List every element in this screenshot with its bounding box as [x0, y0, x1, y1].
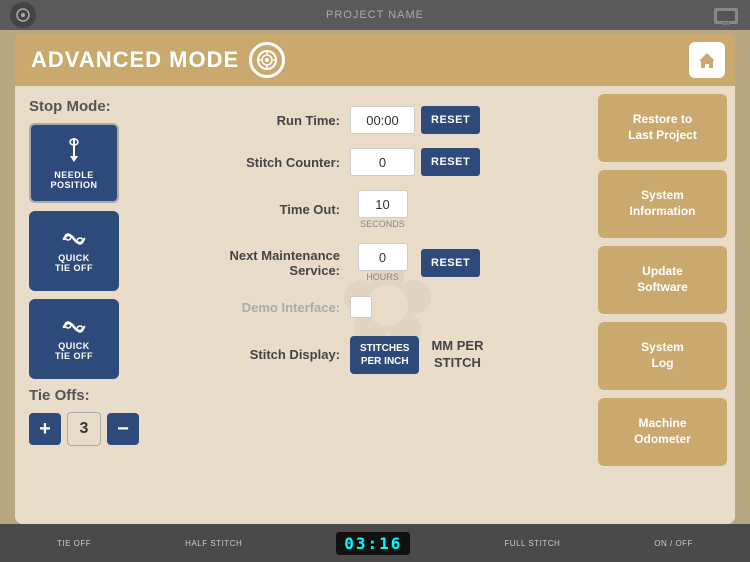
stitch-counter-input[interactable]: [350, 148, 415, 176]
main-panel: ADVANCED MODE Stop Mode:: [15, 34, 735, 524]
panel-title: ADVANCED MODE: [31, 47, 239, 73]
time-display: 03:16: [336, 532, 410, 555]
maintenance-row: Next Maintenance Service: HOURS RESET: [195, 243, 580, 282]
top-right-icon: [712, 4, 740, 33]
left-sidebar: Stop Mode: NEEDLEPOSITION QUICKTIE OFF: [15, 86, 185, 524]
time-out-row: Time Out: SECONDS: [195, 190, 580, 229]
restore-last-project-button[interactable]: Restore toLast Project: [598, 94, 727, 162]
system-information-button[interactable]: SystemInformation: [598, 170, 727, 238]
quick-tie-off-label-1: QUICKTIE OFF: [55, 253, 93, 273]
tie-offs-plus-button[interactable]: +: [29, 413, 61, 445]
stitch-counter-reset-button[interactable]: RESET: [421, 148, 480, 176]
time-out-input-wrap: SECONDS: [350, 190, 415, 229]
mm-per-stitch-button[interactable]: MM PERSTITCH: [427, 332, 487, 378]
tie-offs-label: Tie Offs:: [29, 387, 171, 404]
stitches-per-inch-button[interactable]: STITCHESPER INCH: [350, 336, 419, 374]
bottom-on-off: ON / OFF: [654, 539, 693, 548]
quick-tie-off-button-2[interactable]: QUICKTIE OFF: [29, 299, 119, 379]
bottom-tie-off: TIE OFF: [57, 539, 91, 548]
time-out-input[interactable]: [358, 190, 408, 218]
stitch-counter-row: Stitch Counter: RESET: [195, 148, 580, 176]
time-out-label: Time Out:: [195, 202, 350, 217]
update-software-button[interactable]: UpdateSoftware: [598, 246, 727, 314]
demo-checkbox[interactable]: [350, 296, 372, 318]
maintenance-input-wrap: HOURS: [350, 243, 415, 282]
maintenance-input[interactable]: [358, 243, 408, 271]
stitch-display-label: Stitch Display:: [195, 347, 350, 362]
right-sidebar: Restore toLast Project SystemInformation…: [590, 86, 735, 524]
needle-position-button[interactable]: NEEDLEPOSITION: [29, 123, 119, 203]
top-bar: PROJECT NAME: [0, 0, 750, 30]
panel-header: ADVANCED MODE: [15, 34, 735, 86]
demo-row: Demo Interface:: [195, 296, 580, 318]
target-icon: [249, 42, 285, 78]
stitch-counter-label: Stitch Counter:: [195, 155, 350, 170]
demo-label: Demo Interface:: [195, 300, 350, 315]
bottom-full-stitch: FULL STITCH: [504, 539, 560, 548]
run-time-reset-button[interactable]: RESET: [421, 106, 480, 134]
center-content: ✿ Run Time: RESET Stitch Counter: RESET …: [185, 86, 590, 524]
tie-offs-minus-button[interactable]: −: [107, 413, 139, 445]
run-time-row: Run Time: RESET: [195, 106, 580, 134]
needle-position-label: NEEDLEPOSITION: [50, 170, 97, 190]
stop-mode-label: Stop Mode:: [29, 98, 171, 115]
stitch-display-row: Stitch Display: STITCHESPER INCH MM PERS…: [195, 332, 580, 378]
maintenance-reset-button[interactable]: RESET: [421, 249, 480, 277]
home-button[interactable]: [689, 42, 725, 78]
project-name: PROJECT NAME: [326, 9, 424, 21]
tie-offs-controls: + 3 −: [29, 412, 171, 446]
logo-icon: [10, 2, 36, 28]
run-time-input[interactable]: [350, 106, 415, 134]
maintenance-sublabel: HOURS: [350, 272, 415, 282]
quick-tie-off-label-2: QUICKTIE OFF: [55, 341, 93, 361]
time-out-sublabel: SECONDS: [350, 219, 415, 229]
quick-tie-off-button-1[interactable]: QUICKTIE OFF: [29, 211, 119, 291]
panel-body: Stop Mode: NEEDLEPOSITION QUICKTIE OFF: [15, 86, 735, 524]
bottom-half-stitch: HALF STITCH: [185, 539, 242, 548]
run-time-label: Run Time:: [195, 113, 350, 128]
system-log-button[interactable]: SystemLog: [598, 322, 727, 390]
machine-odometer-button[interactable]: MachineOdometer: [598, 398, 727, 466]
bottom-bar: TIE OFF HALF STITCH 03:16 FULL STITCH ON…: [0, 524, 750, 562]
maintenance-label: Next Maintenance Service:: [195, 248, 350, 278]
tie-offs-count: 3: [67, 412, 101, 446]
